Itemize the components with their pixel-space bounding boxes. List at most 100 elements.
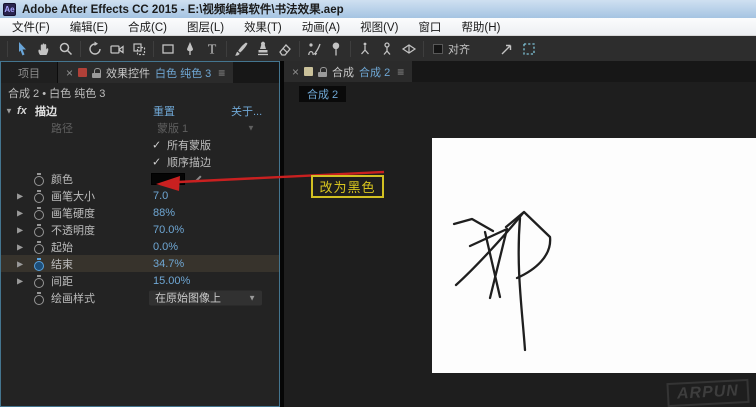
pen-tool-icon[interactable] (179, 38, 201, 59)
all-masks-checkbox[interactable]: ✓ (152, 138, 161, 151)
reset-link[interactable]: 重置 (153, 103, 175, 119)
menu-window[interactable]: 窗口 (408, 18, 451, 35)
expand-triangle-icon[interactable]: ▶ (17, 276, 23, 285)
brush-hardness-value[interactable]: 88% (153, 207, 175, 219)
start-row: ▶ 起始 0.0% (1, 238, 279, 255)
opacity-value[interactable]: 70.0% (153, 224, 184, 236)
stopwatch-icon[interactable] (34, 241, 44, 253)
toolbar-divider (350, 41, 351, 57)
close-icon[interactable]: × (66, 66, 73, 80)
toolbar-divider (7, 41, 8, 57)
hand-tool-icon[interactable] (33, 38, 55, 59)
paint-style-value: 在原始图像上 (155, 290, 221, 306)
effect-header-row: ▼ fx 描边 重置 关于... (1, 102, 279, 119)
snap-label[interactable]: 对齐 (448, 41, 470, 57)
expand-triangle-icon[interactable]: ▶ (17, 191, 23, 200)
rotation-tool-icon[interactable] (84, 38, 106, 59)
composition-canvas[interactable] (432, 138, 756, 373)
start-value[interactable]: 0.0% (153, 241, 178, 253)
menu-file[interactable]: 文件(F) (2, 18, 60, 35)
start-label: 起始 (51, 239, 73, 255)
svg-text:T: T (208, 42, 217, 57)
stroke-sequentially-label: 顺序描边 (167, 154, 211, 170)
snap-marquee-icon[interactable] (518, 38, 540, 59)
toolbar-divider (153, 41, 154, 57)
zoom-tool-icon[interactable] (55, 38, 77, 59)
snap-arrow-icon[interactable] (496, 38, 518, 59)
stopwatch-icon[interactable] (34, 190, 44, 202)
fx-badge-icon[interactable]: fx (17, 105, 27, 117)
stopwatch-icon[interactable] (34, 224, 44, 236)
axis-view-tool-icon[interactable] (398, 38, 420, 59)
path-row: 路径 蒙版 1 ▼ (1, 119, 279, 136)
axis-local-tool-icon[interactable] (354, 38, 376, 59)
expand-triangle-icon[interactable]: ▶ (17, 259, 23, 268)
all-masks-row: ✓ 所有蒙版 (1, 136, 279, 153)
brush-size-value[interactable]: 7.0 (153, 190, 168, 202)
menu-animation[interactable]: 动画(A) (292, 18, 350, 35)
tab-composition[interactable]: × 合成 合成 2 ≡ (284, 61, 412, 82)
panel-menu-icon[interactable]: ≡ (397, 65, 404, 79)
lock-icon[interactable] (92, 68, 101, 78)
stroke-sequentially-checkbox[interactable]: ✓ (152, 155, 161, 168)
camera-tool-icon[interactable] (106, 38, 128, 59)
stopwatch-keyframed-icon[interactable] (34, 258, 44, 270)
about-link[interactable]: 关于... (231, 103, 262, 119)
spacing-value[interactable]: 15.00% (153, 275, 190, 287)
end-label: 结束 (51, 256, 73, 272)
opacity-row: ▶ 不透明度 70.0% (1, 221, 279, 238)
close-icon[interactable]: × (292, 65, 299, 79)
menu-effect[interactable]: 效果(T) (234, 18, 292, 35)
app-window: Ae Adobe After Effects CC 2015 - E:\视频编辑… (0, 0, 756, 407)
paint-style-row: 绘画样式 在原始图像上 ▼ (1, 289, 279, 306)
snap-checkbox[interactable] (433, 44, 443, 54)
menu-composition[interactable]: 合成(C) (118, 18, 177, 35)
end-value[interactable]: 34.7% (153, 258, 184, 270)
puppet-pin-tool-icon[interactable] (325, 38, 347, 59)
paint-style-dropdown[interactable]: 在原始图像上 ▼ (149, 290, 262, 305)
chevron-down-icon: ▼ (247, 123, 255, 132)
selection-tool-icon[interactable] (11, 38, 33, 59)
pan-behind-tool-icon[interactable] (128, 38, 150, 59)
layer-color-swatch (78, 68, 87, 77)
right-tab-bar: × 合成 合成 2 ≡ (284, 61, 756, 82)
color-row: 颜色 (1, 170, 279, 187)
signature-stroke (454, 219, 493, 231)
menu-layer[interactable]: 图层(L) (177, 18, 234, 35)
menu-help[interactable]: 帮助(H) (451, 18, 510, 35)
comp-mini-tab[interactable]: 合成 2 (299, 86, 346, 102)
axis-world-tool-icon[interactable] (376, 38, 398, 59)
path-label: 路径 (51, 120, 73, 136)
type-tool-icon[interactable]: T (201, 38, 223, 59)
menu-bar: 文件(F) 编辑(E) 合成(C) 图层(L) 效果(T) 动画(A) 视图(V… (0, 18, 756, 36)
tab-effect-controls[interactable]: × 效果控件 白色 纯色 3 ≡ (58, 62, 233, 83)
clone-stamp-tool-icon[interactable] (252, 38, 274, 59)
stopwatch-icon[interactable] (34, 292, 44, 304)
roto-brush-tool-icon[interactable] (303, 38, 325, 59)
brush-hardness-label: 画笔硬度 (51, 205, 95, 221)
signature-stroke (519, 218, 525, 350)
eraser-tool-icon[interactable] (274, 38, 296, 59)
stopwatch-icon[interactable] (34, 275, 44, 287)
menu-view[interactable]: 视图(V) (350, 18, 408, 35)
stopwatch-icon[interactable] (34, 207, 44, 219)
brush-tool-icon[interactable] (230, 38, 252, 59)
title-bar: Ae Adobe After Effects CC 2015 - E:\视频编辑… (0, 0, 756, 18)
color-swatch[interactable] (151, 173, 185, 185)
effect-controls-panel: 项目 × 效果控件 白色 纯色 3 ≡ 合成 2 • 白色 纯色 3 ▼ fx … (0, 61, 280, 407)
eyedropper-icon[interactable] (193, 174, 203, 184)
expand-triangle-icon[interactable]: ▶ (17, 225, 23, 234)
tab-project[interactable]: 项目 (1, 62, 58, 83)
panel-menu-icon[interactable]: ≡ (218, 66, 225, 80)
shape-tool-icon[interactable] (157, 38, 179, 59)
expand-triangle-icon[interactable]: ▶ (17, 208, 23, 217)
collapse-triangle-icon[interactable]: ▼ (5, 106, 13, 115)
stopwatch-icon[interactable] (34, 173, 44, 185)
menu-edit[interactable]: 编辑(E) (60, 18, 118, 35)
opacity-label: 不透明度 (51, 222, 95, 238)
workspace: 项目 × 效果控件 白色 纯色 3 ≡ 合成 2 • 白色 纯色 3 ▼ fx … (0, 61, 756, 407)
path-value-dropdown[interactable]: 蒙版 1 (157, 120, 188, 136)
comp-color-swatch (304, 67, 313, 76)
expand-triangle-icon[interactable]: ▶ (17, 242, 23, 251)
lock-icon[interactable] (318, 67, 327, 77)
